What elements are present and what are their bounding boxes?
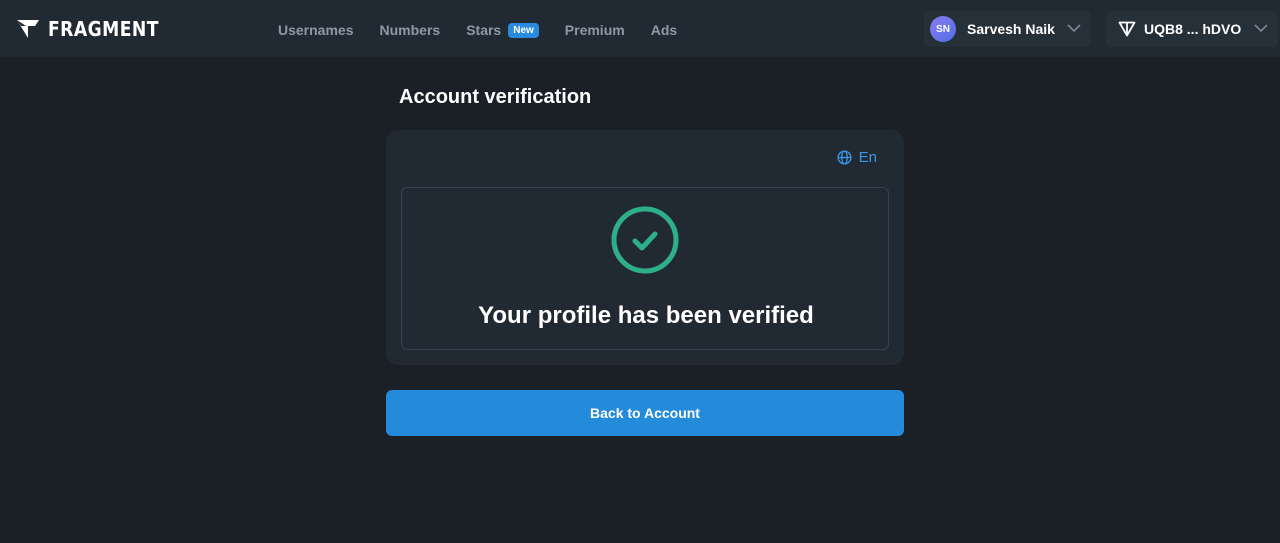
wallet-address: UQB8 ... hDVO <box>1144 21 1242 37</box>
language-label: En <box>858 149 877 166</box>
fragment-logo-icon <box>17 20 39 38</box>
language-selector[interactable]: En <box>837 149 877 166</box>
brand-logo[interactable]: FRAGMENT <box>16 16 177 42</box>
globe-icon <box>837 150 852 165</box>
nav-premium-label: Premium <box>564 22 625 38</box>
ton-icon <box>1118 21 1136 37</box>
avatar-initials: SN <box>936 23 950 35</box>
wallet-menu-button[interactable]: UQB8 ... hDVO <box>1106 11 1278 47</box>
verification-status-box: Your profile has been verified <box>401 187 889 350</box>
chevron-down-icon <box>1254 24 1268 33</box>
nav-premium[interactable]: Premium <box>565 22 625 38</box>
nav-stars[interactable]: Stars New <box>466 22 539 38</box>
brand-name: FRAGMENT <box>48 17 159 41</box>
nav-numbers[interactable]: Numbers <box>380 22 441 38</box>
top-header: FRAGMENT Usernames Numbers Stars New Pre… <box>0 0 1280 57</box>
page-title: Account verification <box>399 86 592 108</box>
back-to-account-button[interactable]: Back to Account <box>386 390 904 436</box>
avatar: SN <box>930 16 956 42</box>
new-badge: New <box>508 22 539 38</box>
check-circle-icon <box>611 206 679 274</box>
nav-usernames-label: Usernames <box>278 22 354 38</box>
verification-card: En Your profile has been verified <box>386 130 904 365</box>
nav-numbers-label: Numbers <box>379 22 441 38</box>
user-name: Sarvesh Naik <box>967 21 1055 37</box>
nav-ads[interactable]: Ads <box>651 22 677 38</box>
user-menu-button[interactable]: SN Sarvesh Naik <box>924 11 1091 47</box>
main-nav: Usernames Numbers Stars New Premium Ads <box>278 18 677 42</box>
nav-ads-label: Ads <box>650 22 678 38</box>
nav-usernames[interactable]: Usernames <box>278 22 354 38</box>
verification-status-text: Your profile has been verified <box>478 302 814 329</box>
chevron-down-icon <box>1067 24 1081 33</box>
nav-stars-label: Stars <box>466 22 502 38</box>
